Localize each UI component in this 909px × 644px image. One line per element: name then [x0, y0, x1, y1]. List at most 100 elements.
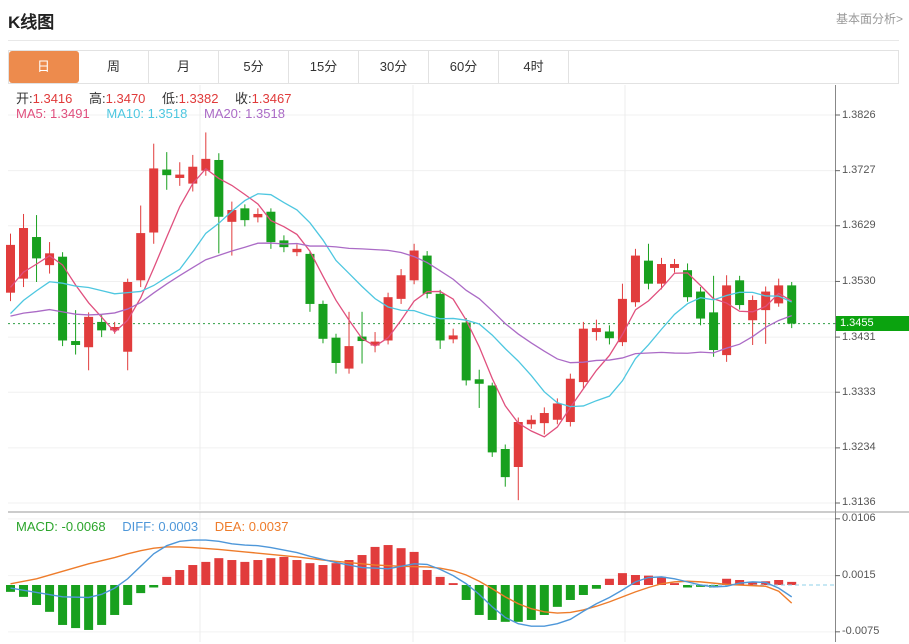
- candle-body: [501, 449, 510, 477]
- low-label: 低:: [162, 91, 179, 106]
- macd-bar: [45, 585, 54, 612]
- candle-body: [175, 175, 184, 178]
- macd-bar: [214, 558, 223, 585]
- dea-label: DEA:: [215, 519, 245, 534]
- ma20-value: 1.3518: [245, 106, 285, 121]
- candle-body: [709, 312, 718, 350]
- macd-bar: [475, 585, 484, 615]
- candle-body: [553, 403, 562, 419]
- macd-bar: [618, 573, 627, 585]
- macd-bar: [162, 577, 171, 585]
- close-value: 1.3467: [252, 91, 292, 106]
- macd-bar: [58, 585, 67, 625]
- macd-bar: [149, 585, 158, 587]
- candle-body: [32, 237, 41, 258]
- macd-bar: [371, 547, 380, 585]
- candle-body: [475, 379, 484, 383]
- candle-body: [462, 322, 471, 380]
- macd-bar: [332, 563, 341, 585]
- macd-axis-label: 0.0015: [842, 569, 876, 581]
- ma5-value: 1.3491: [50, 106, 90, 121]
- ma10-label: MA10:: [106, 106, 144, 121]
- candle-body: [332, 338, 341, 363]
- candle-body: [683, 270, 692, 297]
- macd-value: -0.0068: [62, 519, 106, 534]
- low-value: 1.3382: [179, 91, 219, 106]
- macd-axis-label: 0.0106: [842, 512, 876, 524]
- candle-body: [631, 256, 640, 303]
- open-value: 1.3416: [33, 91, 73, 106]
- current-price-badge: 1.3455: [836, 316, 909, 331]
- candle-body: [488, 385, 497, 452]
- candle-body: [71, 341, 80, 345]
- price-axis-label: 1.3136: [842, 496, 876, 508]
- price-axis-label: 1.3333: [842, 386, 876, 398]
- close-label: 收:: [235, 91, 252, 106]
- diff-value: 0.0003: [158, 519, 198, 534]
- macd-bar: [553, 585, 562, 607]
- candle-body: [397, 275, 406, 299]
- diff-label: DIFF:: [122, 519, 155, 534]
- ma-legend: MA5: 1.3491 MA10: 1.3518 MA20: 1.3518: [16, 106, 298, 121]
- candle-body: [449, 335, 458, 339]
- macd-bar: [123, 585, 132, 605]
- price-axis-label: 1.3629: [842, 219, 876, 231]
- macd-bar: [227, 560, 236, 585]
- candle-body: [19, 228, 28, 279]
- macd-bar: [266, 558, 275, 585]
- candle-body: [566, 379, 575, 422]
- macd-bar: [279, 557, 288, 585]
- macd-bar: [305, 563, 314, 585]
- macd-axis-label: -0.0075: [842, 625, 879, 637]
- macd-label: MACD:: [16, 519, 58, 534]
- candle-body: [514, 422, 523, 467]
- macd-bar: [175, 570, 184, 585]
- ma20-label: MA20:: [204, 106, 242, 121]
- macd-bar: [501, 585, 510, 622]
- price-axis-label: 1.3727: [842, 164, 876, 176]
- macd-bar: [71, 585, 80, 628]
- ma5-label: MA5:: [16, 106, 46, 121]
- candle-body: [292, 249, 301, 252]
- candle-body: [540, 413, 549, 423]
- macd-bar: [605, 579, 614, 585]
- candle-body: [214, 160, 223, 217]
- macd-bar: [84, 585, 93, 630]
- candle-body: [787, 285, 796, 323]
- macd-bar: [136, 585, 145, 593]
- candle-body: [657, 264, 666, 284]
- candle-body: [253, 214, 262, 217]
- macd-bar: [240, 562, 249, 585]
- candle-body: [605, 331, 614, 338]
- candle-body: [162, 170, 171, 176]
- candle-body: [136, 233, 145, 280]
- macd-bar: [97, 585, 106, 625]
- open-label: 开:: [16, 91, 33, 106]
- candle-body: [644, 261, 653, 284]
- high-value: 1.3470: [106, 91, 146, 106]
- candle-body: [579, 329, 588, 382]
- candle-body: [97, 322, 106, 330]
- macd-bar: [423, 570, 432, 585]
- macd-bar: [188, 565, 197, 585]
- candle-body: [149, 168, 158, 232]
- candle-body: [240, 208, 249, 220]
- high-label: 高:: [89, 91, 106, 106]
- candle-body: [670, 264, 679, 268]
- dea-value: 0.0037: [249, 519, 289, 534]
- macd-legend: MACD: -0.0068 DIFF: 0.0003 DEA: 0.0037: [16, 519, 301, 534]
- macd-bar: [253, 560, 262, 585]
- macd-bar: [774, 580, 783, 585]
- price-axis-label: 1.3431: [842, 331, 876, 343]
- price-axis-label: 1.3530: [842, 275, 876, 287]
- macd-bar: [670, 583, 679, 585]
- macd-bar: [436, 577, 445, 585]
- kline-page: K线图 基本面分析> 日周月5分15分30分60分4时 开:1.3416 高:1…: [0, 0, 909, 644]
- candle-body: [305, 254, 314, 304]
- candle-body: [188, 167, 197, 184]
- macd-bar: [527, 585, 536, 620]
- price-axis-label: 1.3826: [842, 109, 876, 121]
- ma10-value: 1.3518: [148, 106, 188, 121]
- macd-bar: [201, 562, 210, 585]
- macd-bar: [566, 585, 575, 600]
